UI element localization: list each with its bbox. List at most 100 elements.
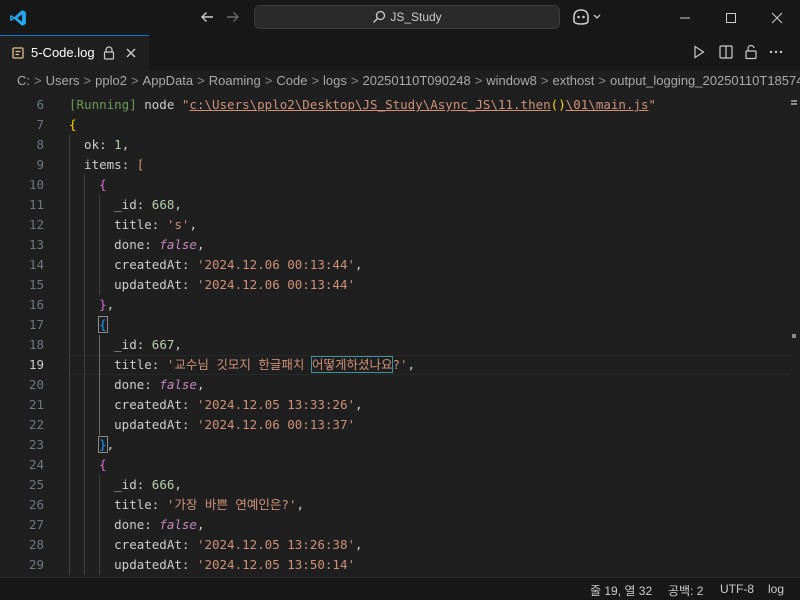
breadcrumb-item[interactable]: output_logging_20250110T185744	[610, 73, 800, 88]
code-line[interactable]: 20 done: false,	[0, 375, 790, 395]
code-line[interactable]: 19 title: '교수님 깃모지 한글패치 어떻게하셨나요?',	[0, 355, 790, 375]
line-number: 28	[28, 537, 44, 552]
code-line[interactable]: 13 done: false,	[0, 235, 790, 255]
breadcrumb-item[interactable]: C:	[17, 73, 30, 88]
code-line[interactable]: 15 updatedAt: '2024.12.06 00:13:44'	[0, 275, 790, 295]
breadcrumb-item[interactable]: Code	[276, 73, 307, 88]
code-token: '교수님 깃모지 한글패치	[166, 357, 312, 372]
line-number: 18	[28, 337, 44, 352]
line-content: ok: 1,	[69, 135, 129, 155]
command-center-search[interactable]: JS_Study	[254, 5, 560, 29]
code-token: _id	[69, 337, 137, 352]
code-line[interactable]: 16 },	[0, 295, 790, 315]
line-content: title: '가장 바쁜 연예인은?',	[69, 495, 304, 515]
vscode-logo-icon	[10, 10, 26, 26]
code-token: :	[181, 537, 197, 552]
close-icon[interactable]	[124, 46, 138, 60]
search-text: JS_Study	[390, 10, 442, 24]
indentation[interactable]: 공백: 2	[668, 582, 703, 599]
breadcrumb-separator-icon: >	[83, 73, 92, 88]
code-line[interactable]: 28 createdAt: '2024.12.05 13:26:38',	[0, 535, 790, 555]
line-content: done: false,	[69, 235, 204, 255]
code-token: done	[69, 237, 145, 252]
more-icon[interactable]	[768, 44, 784, 60]
code-token: \01\main.js	[565, 97, 649, 112]
breadcrumb-item[interactable]: AppData	[143, 73, 194, 88]
code-line[interactable]: 29 updatedAt: '2024.12.05 13:50:14'	[0, 555, 790, 575]
code-line[interactable]: 7{	[0, 115, 790, 135]
cursor-position[interactable]: 줄 19, 열 32	[590, 582, 652, 599]
arrow-right-icon[interactable]	[224, 8, 242, 26]
line-content: },	[69, 295, 114, 315]
code-token: {	[69, 117, 77, 132]
line-number: 9	[36, 157, 44, 172]
code-line[interactable]: 9 items: [	[0, 155, 790, 175]
code-line[interactable]: 10 {	[0, 175, 790, 195]
line-content: createdAt: '2024.12.05 13:26:38',	[69, 535, 362, 555]
code-line[interactable]: 23 },	[0, 435, 790, 455]
code-line[interactable]: 18 _id: 667,	[0, 335, 790, 355]
code-token: {	[69, 457, 107, 472]
breadcrumb-separator-icon: >	[598, 73, 606, 88]
code-token: {	[98, 316, 108, 333]
breadcrumb-separator-icon: >	[197, 73, 205, 88]
language-mode[interactable]: log	[768, 582, 784, 596]
code-line[interactable]: 11 _id: 668,	[0, 195, 790, 215]
code-token: false	[159, 237, 197, 252]
copilot-icon[interactable]	[571, 8, 603, 26]
line-content: updatedAt: '2024.12.06 00:13:37'	[69, 415, 355, 435]
code-line[interactable]: 17 {	[0, 315, 790, 335]
code-line[interactable]: 6 [Running] node " c:\Users\pplo2\Desktop\…	[0, 95, 790, 115]
code-line[interactable]: 27 done: false,	[0, 515, 790, 535]
line-number: 7	[36, 117, 44, 132]
code-token: c:\Users\pplo2\Desktop\JS_Study\Async_JS…	[189, 97, 551, 112]
code-line[interactable]: 26 title: '가장 바쁜 연예인은?',	[0, 495, 790, 515]
code-token: :	[181, 417, 197, 432]
unlock-icon[interactable]	[743, 44, 759, 60]
code-line[interactable]: 8 ok: 1,	[0, 135, 790, 155]
breadcrumb-item[interactable]: exthost	[552, 73, 594, 88]
search-icon	[373, 10, 386, 23]
code-line[interactable]: 14 createdAt: '2024.12.06 00:13:44',	[0, 255, 790, 275]
code-line[interactable]: 22 updatedAt: '2024.12.06 00:13:37'	[0, 415, 790, 435]
tab-bar: 5-Code.log	[0, 35, 800, 70]
line-content: updatedAt: '2024.12.06 00:13:44'	[69, 275, 355, 295]
arrow-left-icon[interactable]	[198, 8, 216, 26]
tab-5-code-log[interactable]: 5-Code.log	[0, 35, 149, 70]
code-line[interactable]: 24 {	[0, 455, 790, 475]
maximize-button[interactable]	[708, 0, 754, 35]
breadcrumb-item[interactable]: Roaming	[209, 73, 261, 88]
breadcrumb-item[interactable]: pplo2	[95, 73, 127, 88]
code-token: 's'	[166, 217, 190, 232]
code-line[interactable]: 21 createdAt: '2024.12.05 13:33:26',	[0, 395, 790, 415]
line-number: 15	[28, 277, 44, 292]
code-token: }	[98, 436, 108, 453]
code-token: false	[159, 517, 197, 532]
code-token: }	[69, 297, 107, 312]
line-number: 16	[28, 297, 44, 312]
code-token: [	[136, 157, 145, 172]
code-token: 666	[151, 477, 175, 492]
code-token: ,	[174, 477, 182, 492]
code-token: 668	[151, 197, 175, 212]
split-editor-icon[interactable]	[718, 44, 734, 60]
line-number: 6	[36, 97, 44, 112]
encoding[interactable]: UTF-8	[720, 582, 754, 596]
code-line[interactable]: 25 _id: 666,	[0, 475, 790, 495]
scrollbar-marker	[791, 103, 797, 105]
lock-icon	[103, 46, 115, 60]
code-token: _id	[69, 197, 137, 212]
code-line[interactable]: 12 title: 's',	[0, 215, 790, 235]
breadcrumb-item[interactable]: window8	[486, 73, 537, 88]
code-token: '가장 바쁜 연예인은?'	[166, 497, 297, 512]
breadcrumb-item[interactable]: 20250110T090248	[362, 73, 470, 88]
close-window-button[interactable]	[754, 0, 800, 35]
code-token: title	[69, 217, 152, 232]
run-icon[interactable]	[691, 44, 707, 60]
editor-area[interactable]: 6 [Running] node " c:\Users\pplo2\Desktop\…	[0, 95, 800, 577]
code-token: '2024.12.05 13:26:38'	[196, 537, 355, 552]
minimize-button[interactable]	[662, 0, 708, 35]
breadcrumb-item[interactable]: logs	[323, 73, 347, 88]
breadcrumb-item[interactable]: Users	[46, 73, 80, 88]
code-token: createdAt	[69, 537, 182, 552]
